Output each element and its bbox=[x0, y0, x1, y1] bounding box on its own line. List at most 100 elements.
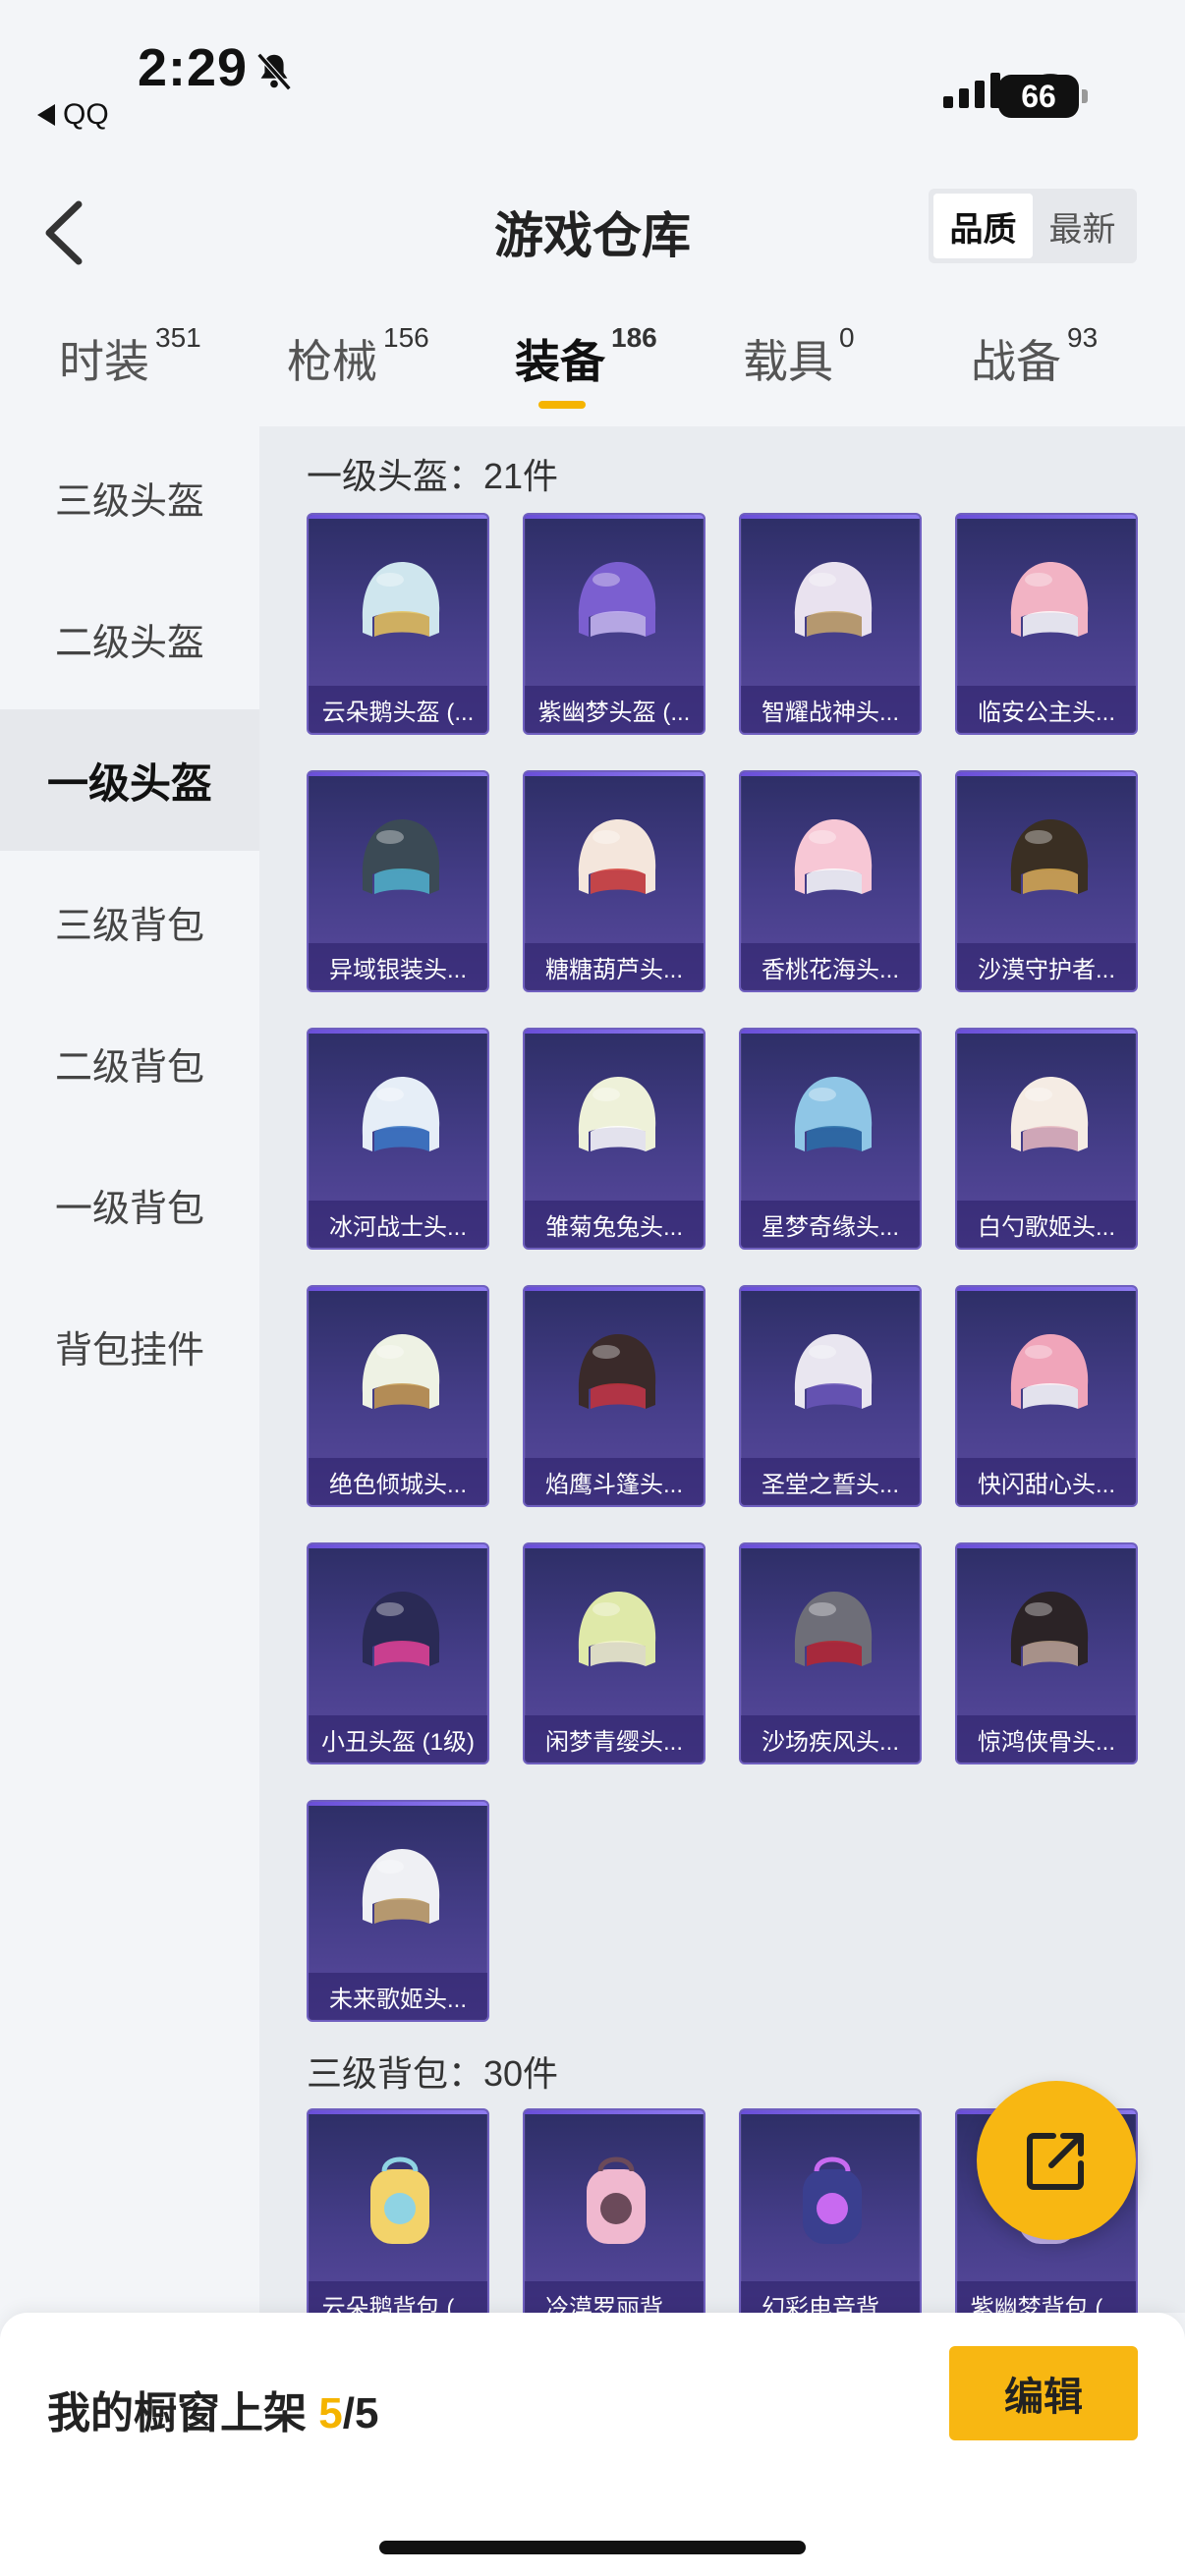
tab-label: 枪械 bbox=[287, 336, 377, 387]
sidebar-item-level1-backpack[interactable]: 一级背包 bbox=[0, 1134, 259, 1275]
item-label: 云朵鹅背包 (... bbox=[309, 2281, 487, 2313]
tab-supplies[interactable]: 战备 93 bbox=[971, 322, 1098, 391]
helmet-item-card[interactable]: 星梦奇缘头... bbox=[739, 1028, 922, 1250]
card-top-border bbox=[309, 1544, 487, 1548]
share-button[interactable] bbox=[977, 2081, 1136, 2240]
card-top-border bbox=[309, 515, 487, 519]
helmet-icon bbox=[362, 819, 440, 894]
helmet-item-card[interactable]: 白勺歌姬头... bbox=[955, 1028, 1138, 1250]
bottom-bar: 我的橱窗上架 5/5 编辑 bbox=[0, 2313, 1185, 2576]
helmet-item-card[interactable]: 智耀战神头... bbox=[739, 513, 922, 735]
tab-label: 时装 bbox=[59, 336, 149, 387]
sort-latest-option[interactable]: 最新 bbox=[1033, 194, 1132, 258]
card-top-border bbox=[741, 1544, 920, 1548]
item-label: 临安公主头... bbox=[957, 686, 1136, 733]
sort-quality-option[interactable]: 品质 bbox=[933, 194, 1033, 258]
item-label: 焰鹰斗篷头... bbox=[525, 1458, 704, 1505]
card-top-border bbox=[957, 772, 1136, 776]
item-label: 星梦奇缘头... bbox=[741, 1201, 920, 1248]
item-label: 紫幽梦头盔 (... bbox=[525, 686, 704, 733]
backpack-item-card[interactable]: 幻彩电音背... bbox=[739, 2108, 922, 2313]
helmet-item-card[interactable]: 绝色倾城头... bbox=[307, 1285, 489, 1507]
sidebar-item-level1-helmet[interactable]: 一级头盔 bbox=[0, 709, 259, 851]
item-label: 小丑头盔 (1级) bbox=[309, 1715, 487, 1763]
helmet-item-card[interactable]: 云朵鹅头盔 (... bbox=[307, 513, 489, 735]
helmet-icon bbox=[794, 1077, 873, 1151]
helmet-icon bbox=[1010, 1592, 1089, 1666]
tab-count: 0 bbox=[839, 322, 855, 353]
card-top-border bbox=[525, 772, 704, 776]
category-tabs: 时装 351 枪械 156 装备 186 载具 0 战备 93 bbox=[0, 314, 1185, 422]
card-top-border bbox=[525, 1287, 704, 1291]
helmet-item-card[interactable]: 雏菊兔兔头... bbox=[523, 1028, 705, 1250]
clock: 2:29 bbox=[138, 38, 249, 97]
helmet-item-card[interactable]: 紫幽梦头盔 (... bbox=[523, 513, 705, 735]
item-label: 未来歌姬头... bbox=[309, 1973, 487, 2020]
tab-label: 装备 bbox=[515, 336, 605, 387]
helmet-item-card[interactable]: 糖糖葫芦头... bbox=[523, 770, 705, 992]
card-top-border bbox=[741, 515, 920, 519]
backpack-item-card[interactable]: 冷漠罗丽背... bbox=[523, 2108, 705, 2313]
item-label: 绝色倾城头... bbox=[309, 1458, 487, 1505]
card-top-border bbox=[309, 1030, 487, 1034]
item-label: 云朵鹅头盔 (... bbox=[309, 686, 487, 733]
card-top-border bbox=[741, 1287, 920, 1291]
helmet-item-card[interactable]: 异域银装头... bbox=[307, 770, 489, 992]
card-top-border bbox=[957, 1030, 1136, 1034]
sidebar-item-level2-backpack[interactable]: 二级背包 bbox=[0, 992, 259, 1134]
back-to-app[interactable]: QQ bbox=[37, 98, 109, 132]
card-top-border bbox=[525, 1030, 704, 1034]
tab-count: 156 bbox=[383, 322, 429, 353]
card-top-border bbox=[741, 772, 920, 776]
item-label: 智耀战神头... bbox=[741, 686, 920, 733]
tab-fashion[interactable]: 时装 351 bbox=[59, 322, 201, 391]
item-label: 香桃花海头... bbox=[741, 943, 920, 990]
tab-weapons[interactable]: 枪械 156 bbox=[287, 322, 429, 391]
tab-count: 186 bbox=[611, 322, 657, 353]
item-label: 沙场疾风头... bbox=[741, 1715, 920, 1763]
signal-icon bbox=[943, 73, 1000, 108]
card-top-border bbox=[957, 515, 1136, 519]
battery-icon: 66 bbox=[998, 75, 1088, 118]
helmet-item-card[interactable]: 惊鸿侠骨头... bbox=[955, 1542, 1138, 1764]
helmet-item-card[interactable]: 焰鹰斗篷头... bbox=[523, 1285, 705, 1507]
helmet-item-card[interactable]: 闲梦青缨头... bbox=[523, 1542, 705, 1764]
home-indicator bbox=[379, 2541, 806, 2554]
helmet-item-card[interactable]: 沙场疾风头... bbox=[739, 1542, 922, 1764]
tab-vehicles[interactable]: 载具 0 bbox=[743, 322, 855, 391]
helmet-icon bbox=[362, 1592, 440, 1666]
helmet-item-card[interactable]: 临安公主头... bbox=[955, 513, 1138, 735]
helmet-icon bbox=[578, 1592, 656, 1666]
helmet-icon bbox=[1010, 819, 1089, 894]
tab-label: 战备 bbox=[971, 336, 1061, 387]
helmet-icon bbox=[362, 1077, 440, 1151]
helmet-icon bbox=[578, 819, 656, 894]
helmet-icon bbox=[794, 1592, 873, 1666]
showcase-label: 我的橱窗上架 bbox=[47, 2389, 307, 2437]
item-label: 白勺歌姬头... bbox=[957, 1201, 1136, 1248]
edit-button[interactable]: 编辑 bbox=[949, 2346, 1138, 2440]
helmet-icon bbox=[362, 1334, 440, 1409]
item-grid: 一级头盔：21件 三级背包：30件 云朵鹅头盔 (... 紫幽梦头盔 (... 智耀… bbox=[259, 426, 1185, 2313]
backpack-icon bbox=[587, 2156, 646, 2244]
sidebar-item-level3-backpack[interactable]: 三级背包 bbox=[0, 851, 259, 992]
card-top-border bbox=[957, 1544, 1136, 1548]
helmet-icon bbox=[362, 1849, 440, 1924]
tab-count: 351 bbox=[155, 322, 201, 353]
sidebar-item-level3-helmet[interactable]: 三级头盔 bbox=[0, 426, 259, 568]
helmet-item-card[interactable]: 快闪甜心头... bbox=[955, 1285, 1138, 1507]
sidebar-item-backpack-charm[interactable]: 背包挂件 bbox=[0, 1275, 259, 1417]
active-tab-indicator bbox=[538, 401, 586, 409]
card-top-border bbox=[525, 2110, 704, 2114]
sidebar-item-level2-helmet[interactable]: 二级头盔 bbox=[0, 568, 259, 709]
helmet-icon bbox=[362, 562, 440, 637]
tab-equipment[interactable]: 装备 186 bbox=[515, 322, 657, 391]
backpack-item-card[interactable]: 云朵鹅背包 (... bbox=[307, 2108, 489, 2313]
helmet-item-card[interactable]: 圣堂之誓头... bbox=[739, 1285, 922, 1507]
helmet-item-card[interactable]: 香桃花海头... bbox=[739, 770, 922, 992]
helmet-item-card[interactable]: 沙漠守护者... bbox=[955, 770, 1138, 992]
helmet-item-card[interactable]: 未来歌姬头... bbox=[307, 1800, 489, 2022]
helmet-item-card[interactable]: 小丑头盔 (1级) bbox=[307, 1542, 489, 1764]
helmet-item-card[interactable]: 冰河战士头... bbox=[307, 1028, 489, 1250]
back-app-label: QQ bbox=[63, 98, 109, 131]
